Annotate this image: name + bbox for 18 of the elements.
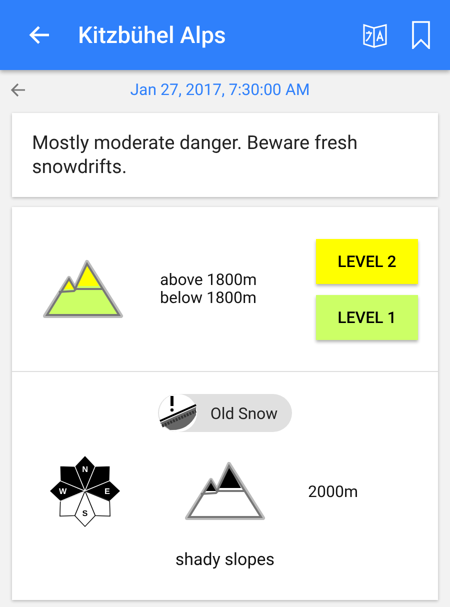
elevation-text: above 1800m [160, 271, 258, 289]
danger-level-button[interactable]: LEVEL 2 [316, 238, 418, 284]
elevation-text: 2000m [308, 482, 358, 500]
danger-level-button[interactable]: LEVEL 1 [316, 294, 418, 340]
mountain-icon [42, 259, 124, 319]
aspect-text: shady slopes [175, 550, 275, 570]
translate-button[interactable] [362, 21, 388, 49]
problem-label: Old Snow [210, 404, 278, 422]
highlights-card: Mostly moderate danger. Beware fresh snowdrifts. [12, 113, 438, 197]
screen-title: Kitzbühel Alps [78, 22, 227, 48]
problem-chip[interactable]: Old Snow [158, 394, 292, 432]
previous-button[interactable] [10, 82, 26, 96]
mountain-icon [184, 461, 266, 521]
date-text: Jan 27, 2017, 7:30:00 AM [129, 80, 311, 99]
back-button[interactable] [28, 25, 50, 45]
old-snow-icon [158, 393, 198, 433]
elevation-text: below 1800m [160, 289, 258, 307]
bookmark-button[interactable] [412, 21, 430, 49]
